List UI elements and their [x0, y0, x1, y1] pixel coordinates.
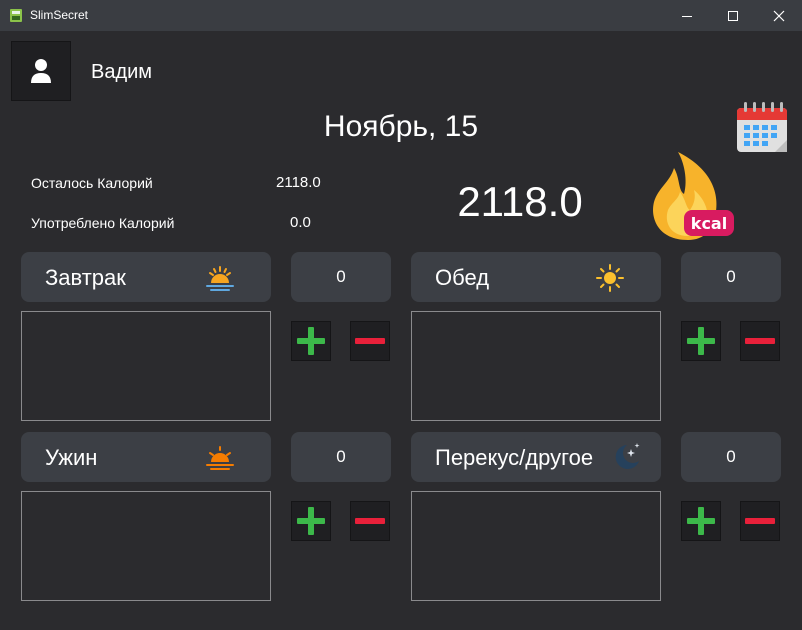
plus-icon	[687, 327, 715, 355]
minimize-button[interactable]	[664, 0, 710, 31]
sun-icon	[596, 264, 624, 292]
sunset-icon	[206, 446, 234, 470]
user-name: Вадим	[91, 61, 153, 83]
consumed-label: Употреблено Калорий	[31, 215, 175, 231]
breakfast-label: Завтрак	[45, 265, 126, 290]
dinner-list[interactable]	[21, 491, 271, 601]
lunch-count: 0	[681, 252, 781, 302]
maximize-icon	[728, 10, 738, 21]
remaining-value: 2118.0	[276, 174, 321, 191]
snack-list[interactable]	[411, 491, 661, 601]
date-label: Ноябрь, 15	[323, 110, 479, 143]
calendar-icon	[737, 102, 787, 152]
breakfast-add-button[interactable]	[291, 321, 331, 361]
lunch-header: Обед	[411, 252, 661, 302]
minus-icon	[355, 338, 385, 344]
lunch-label: Обед	[435, 265, 490, 290]
sunrise-icon	[206, 266, 234, 291]
close-icon	[773, 10, 785, 21]
dinner-header: Ужин	[21, 432, 271, 482]
remaining-label: Осталось Калорий	[31, 175, 153, 191]
dinner-count: 0	[291, 432, 391, 482]
title-bar: SlimSecret	[0, 0, 802, 31]
snack-label: Перекус/другое	[435, 445, 594, 470]
minimize-icon	[682, 15, 692, 17]
dinner-remove-button[interactable]	[350, 501, 390, 541]
dinner-label: Ужин	[45, 445, 98, 470]
snack-add-button[interactable]	[681, 501, 721, 541]
window-title: SlimSecret	[30, 8, 89, 22]
calendar-button[interactable]	[735, 100, 789, 154]
moon-stars-icon	[615, 443, 640, 469]
kcal-badge: kcal	[684, 210, 734, 236]
plus-icon	[297, 327, 325, 355]
snack-remove-button[interactable]	[740, 501, 780, 541]
snack-header: Перекус/другое	[411, 432, 661, 482]
dinner-add-button[interactable]	[291, 501, 331, 541]
minus-icon	[745, 518, 775, 524]
plus-icon	[687, 507, 715, 535]
breakfast-remove-button[interactable]	[350, 321, 390, 361]
snack-count: 0	[681, 432, 781, 482]
breakfast-list[interactable]	[21, 311, 271, 421]
user-button[interactable]	[11, 41, 71, 101]
lunch-remove-button[interactable]	[740, 321, 780, 361]
consumed-value: 0.0	[290, 214, 311, 231]
big-calorie-value: 2118.0	[457, 178, 583, 225]
minus-icon	[355, 518, 385, 524]
flame-icon: kcal	[648, 150, 738, 242]
close-button[interactable]	[756, 0, 802, 31]
app-icon	[10, 9, 22, 22]
breakfast-count: 0	[291, 252, 391, 302]
breakfast-header: Завтрак	[21, 252, 271, 302]
user-icon	[31, 59, 51, 83]
minus-icon	[745, 338, 775, 344]
lunch-add-button[interactable]	[681, 321, 721, 361]
lunch-list[interactable]	[411, 311, 661, 421]
maximize-button[interactable]	[710, 0, 756, 31]
plus-icon	[297, 507, 325, 535]
